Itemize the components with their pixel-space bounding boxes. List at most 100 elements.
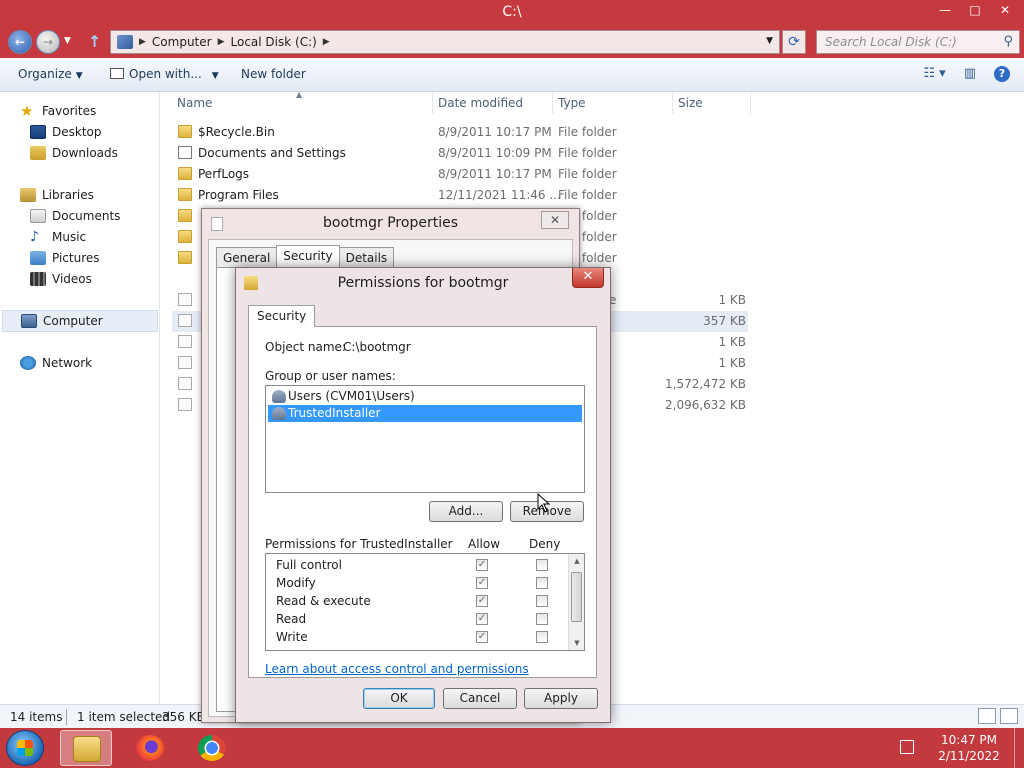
clock-date[interactable]: 2/11/2022	[934, 749, 1004, 763]
taskbar-chrome[interactable]	[186, 730, 238, 766]
up-button[interactable]: ↑	[88, 32, 101, 51]
arrow-right-icon: →	[42, 35, 54, 49]
open-with-button[interactable]: Open with... ▼	[110, 67, 219, 81]
folder-icon	[178, 251, 192, 264]
action-center-flag-icon[interactable]	[900, 740, 914, 754]
column-header-type[interactable]: Type	[558, 96, 586, 110]
nav-videos[interactable]: Videos	[30, 270, 92, 288]
deny-checkbox[interactable]	[536, 559, 548, 571]
back-button[interactable]: ←	[8, 30, 32, 54]
folder-icon	[178, 209, 192, 222]
allow-checkbox[interactable]: ✓	[476, 631, 488, 643]
nav-favorites[interactable]: ★ Favorites	[20, 102, 96, 120]
nav-label: Desktop	[52, 125, 102, 139]
clock-time[interactable]: 10:47 PM	[934, 733, 1004, 747]
nav-desktop[interactable]: Desktop	[30, 123, 102, 141]
nav-music[interactable]: ♪ Music	[30, 228, 86, 246]
breadcrumb-local-disk[interactable]: Local Disk (C:)	[231, 35, 317, 49]
address-bar[interactable]: ▶ Computer ▶ Local Disk (C:) ▶ ▼	[110, 30, 780, 54]
chevron-right-icon[interactable]: ▶	[323, 37, 330, 47]
scrollbar-thumb[interactable]	[571, 572, 582, 622]
search-icon[interactable]: ⚲	[1003, 34, 1013, 49]
allow-checkbox[interactable]: ✓	[476, 595, 488, 607]
taskbar-firefox[interactable]	[124, 730, 176, 766]
group-user-list[interactable]: Users (CVM01\Users) TrustedInstaller	[265, 385, 585, 493]
large-icons-view-icon[interactable]	[1000, 708, 1018, 724]
allow-checkbox[interactable]: ✓	[476, 559, 488, 571]
file-row[interactable]: Program Files 12/11/2021 11:46 ... File fo…	[172, 185, 748, 206]
scroll-down-arrow-icon[interactable]: ▼	[569, 636, 584, 650]
tab-general[interactable]: General	[216, 247, 278, 267]
tab-security[interactable]: Security	[248, 305, 316, 327]
allow-checkbox[interactable]: ✓	[476, 577, 488, 589]
deny-checkbox[interactable]	[536, 631, 548, 643]
deny-column-header: Deny	[529, 537, 561, 551]
permissions-close-button[interactable]: ✕	[572, 268, 604, 288]
recent-pages-dropdown[interactable]: ▼	[64, 36, 71, 46]
learn-access-control-link[interactable]: Learn about access control and permissio…	[265, 662, 529, 676]
address-dropdown[interactable]: ▼	[766, 36, 773, 46]
nav-downloads[interactable]: Downloads	[30, 144, 118, 162]
scroll-up-arrow-icon[interactable]: ▲	[569, 554, 584, 568]
permission-row: Read & execute ✓	[276, 592, 566, 610]
column-header-name[interactable]: Name	[177, 96, 212, 110]
chevron-right-icon[interactable]: ▶	[218, 37, 225, 47]
view-options-icon[interactable]: ☷ ▾	[923, 66, 945, 82]
column-divider[interactable]	[432, 92, 433, 114]
file-row[interactable]: PerfLogs 8/9/2011 10:17 PM File folder	[172, 164, 748, 185]
organize-button[interactable]: Organize ▼	[18, 67, 83, 81]
breadcrumb-computer[interactable]: Computer	[152, 35, 212, 49]
tab-security[interactable]: Security	[276, 245, 340, 267]
group-name: TrustedInstaller	[288, 406, 381, 420]
help-icon[interactable]: ?	[994, 66, 1010, 82]
details-view-icon[interactable]	[978, 708, 996, 724]
maximize-button[interactable]: □	[960, 0, 990, 20]
ok-button[interactable]: OK	[363, 688, 435, 709]
show-desktop-button[interactable]	[1014, 728, 1024, 768]
object-name-value: C:\bootmgr	[343, 340, 411, 354]
minimize-button[interactable]: —	[930, 0, 960, 20]
nav-computer[interactable]: Computer	[2, 310, 158, 332]
chrome-icon	[198, 735, 226, 761]
address-row: ← → ▼ ↑ ▶ Computer ▶ Local Disk (C:) ▶ ▼…	[0, 26, 1024, 58]
properties-close-button[interactable]: ✕	[541, 211, 569, 229]
status-item-count: 14 items	[10, 710, 63, 724]
file-icon	[178, 314, 192, 327]
column-header-size[interactable]: Size	[678, 96, 703, 110]
deny-checkbox[interactable]	[536, 595, 548, 607]
nav-documents[interactable]: Documents	[30, 207, 120, 225]
file-type: File folder	[558, 167, 617, 181]
preview-pane-icon[interactable]: ▥	[964, 66, 976, 82]
deny-checkbox[interactable]	[536, 577, 548, 589]
column-divider[interactable]	[750, 92, 751, 114]
forward-button[interactable]: →	[36, 30, 60, 54]
close-button[interactable]: ✕	[990, 0, 1020, 20]
file-row[interactable]: Documents and Settings 8/9/2011 10:09 PM F…	[172, 143, 748, 164]
search-input[interactable]: Search Local Disk (C:) ⚲	[816, 30, 1020, 54]
nav-pictures[interactable]: Pictures	[30, 249, 100, 267]
nav-libraries[interactable]: Libraries	[20, 186, 94, 204]
file-icon	[178, 356, 192, 369]
allow-checkbox[interactable]: ✓	[476, 613, 488, 625]
list-item[interactable]: Users (CVM01\Users)	[268, 388, 582, 405]
open-with-label: Open with...	[129, 67, 202, 81]
deny-checkbox[interactable]	[536, 613, 548, 625]
list-item-selected[interactable]: TrustedInstaller	[268, 405, 582, 422]
permissions-scrollbar[interactable]: ▲ ▼	[568, 554, 584, 650]
taskbar-explorer[interactable]	[60, 730, 112, 766]
new-folder-button[interactable]: New folder	[241, 67, 306, 81]
cancel-button[interactable]: Cancel	[443, 688, 517, 709]
tab-details[interactable]: Details	[338, 247, 395, 267]
refresh-button[interactable]: ⟳	[782, 30, 806, 54]
column-header-date[interactable]: Date modified	[438, 96, 523, 110]
nav-network[interactable]: Network	[20, 354, 92, 372]
column-divider[interactable]	[552, 92, 553, 114]
apply-button[interactable]: Apply	[524, 688, 598, 709]
start-button[interactable]	[6, 730, 44, 766]
column-divider[interactable]	[672, 92, 673, 114]
permission-name: Read & execute	[276, 594, 371, 608]
add-button[interactable]: Add...	[429, 501, 503, 522]
chevron-right-icon[interactable]: ▶	[139, 37, 146, 47]
shortcut-icon	[178, 146, 192, 159]
file-row[interactable]: $Recycle.Bin 8/9/2011 10:17 PM File folder	[172, 122, 748, 143]
